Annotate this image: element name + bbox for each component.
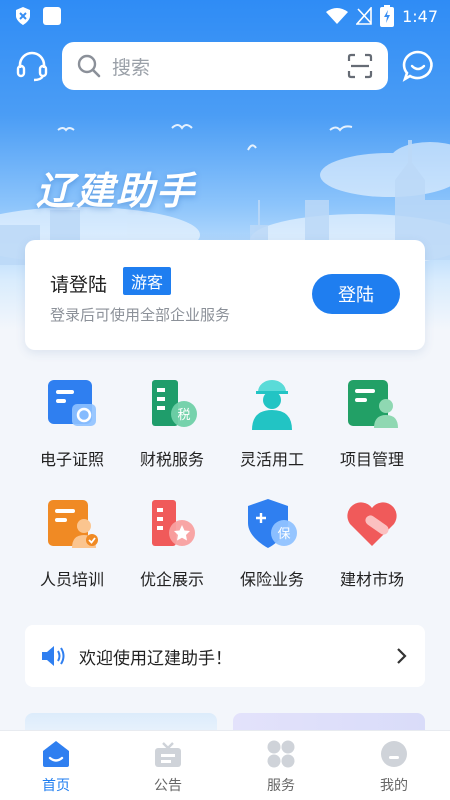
service-label: 优企展示	[139, 570, 204, 589]
service-label: 灵活用工	[239, 450, 304, 469]
announcement-icon	[155, 742, 181, 767]
search-icon	[77, 54, 101, 78]
svg-text:税: 税	[177, 408, 190, 423]
search-bar[interactable]: 搜索	[62, 42, 388, 90]
svg-text:保: 保	[277, 527, 290, 542]
service-label: 电子证照	[39, 450, 104, 469]
app-brand-title: 辽建助手	[36, 169, 197, 213]
announcement-text: 欢迎使用辽建助手！	[79, 648, 232, 669]
chevron-right-icon[interactable]	[391, 646, 411, 666]
scan-icon[interactable]	[346, 52, 374, 80]
login-subtitle: 登录后可使用全部企业服务	[50, 306, 231, 324]
insurance-shield-icon: 保	[248, 499, 297, 548]
service-item-project-management[interactable]: 项目管理	[322, 376, 422, 476]
notification-square-icon	[43, 7, 61, 25]
no-signal-icon	[356, 7, 372, 25]
tax-building-icon: 税	[152, 380, 197, 427]
status-bar: 1:47	[0, 0, 450, 32]
service-item-insurance[interactable]: 保 保险业务	[222, 496, 322, 596]
service-label: 建材市场	[339, 570, 404, 589]
tab-label: 首页	[42, 778, 70, 794]
top-bar: 搜索	[0, 42, 450, 92]
chat-bubble-icon	[402, 50, 433, 82]
tab-announcement[interactable]: 公告	[112, 731, 224, 800]
bottom-tab-bar: 首页 公告 服务 我的	[0, 730, 450, 800]
service-item-building-materials[interactable]: 建材市场	[322, 496, 422, 596]
tab-home[interactable]: 首页	[0, 731, 112, 800]
worker-icon	[252, 380, 292, 430]
announcement-bar[interactable]: 欢迎使用辽建助手！	[25, 625, 425, 687]
login-title: 请登陆	[50, 274, 108, 296]
shield-x-icon	[16, 7, 30, 25]
service-label: 财税服务	[139, 450, 204, 469]
profile-icon	[381, 741, 407, 767]
tab-label: 我的	[380, 778, 408, 794]
battery-charging-icon	[380, 5, 395, 27]
enterprise-star-icon	[152, 500, 195, 546]
service-label: 人员培训	[39, 570, 104, 589]
heart-tag-icon	[347, 502, 397, 546]
tab-profile[interactable]: 我的	[338, 731, 450, 800]
tab-label: 服务	[267, 778, 295, 794]
project-doc-icon	[348, 380, 398, 428]
training-doc-icon	[48, 500, 98, 548]
login-button[interactable]: 登陆	[312, 274, 400, 314]
message-button[interactable]	[400, 48, 436, 84]
tab-service[interactable]: 服务	[225, 731, 337, 800]
customer-service-button[interactable]	[14, 48, 50, 84]
headset-icon	[16, 51, 48, 82]
search-placeholder[interactable]: 搜索	[112, 53, 346, 80]
service-item-training[interactable]: 人员培训	[22, 496, 122, 596]
speaker-icon	[42, 646, 65, 666]
tab-label: 公告	[154, 778, 182, 794]
service-label: 项目管理	[339, 450, 404, 469]
service-label: 保险业务	[239, 570, 304, 589]
service-grid-icon	[267, 740, 295, 768]
wifi-icon	[326, 8, 349, 24]
guest-badge: 游客	[123, 267, 172, 295]
service-item-tax[interactable]: 税 财税服务	[122, 376, 222, 476]
status-time: 1:47	[402, 6, 438, 26]
home-icon	[43, 741, 69, 767]
service-item-enterprise-showcase[interactable]: 优企展示	[122, 496, 222, 596]
service-item-e-certificate[interactable]: 电子证照	[22, 376, 122, 476]
certificate-icon	[48, 380, 96, 426]
service-item-flexible-employment[interactable]: 灵活用工	[222, 376, 322, 476]
login-card: 请登陆 游客 登录后可使用全部企业服务 登陆	[25, 240, 425, 350]
